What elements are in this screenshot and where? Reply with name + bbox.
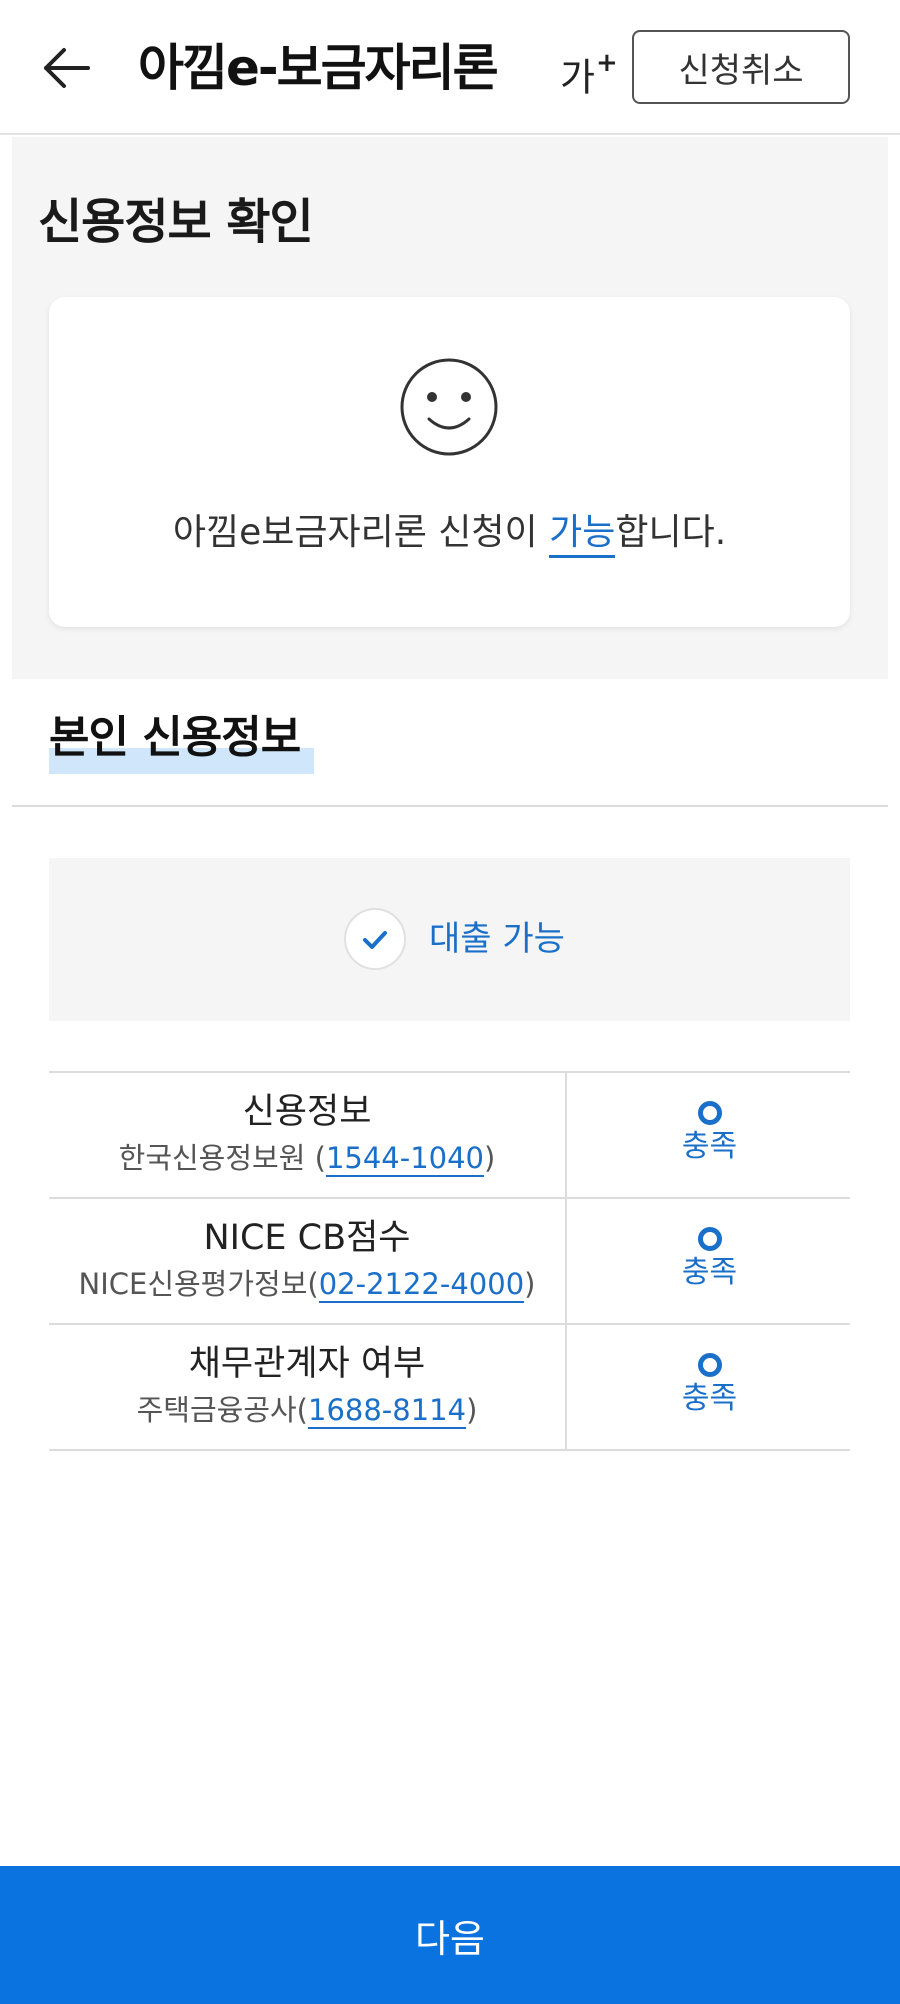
- org-name: 주택금융공사(: [136, 1393, 308, 1427]
- loan-status-box: 대출 가능: [49, 858, 850, 1021]
- result-message-suffix: 합니다.: [615, 512, 727, 553]
- app-header: 아낌e-보금자리론 가+ 신청취소: [0, 0, 900, 135]
- back-button[interactable]: [38, 40, 94, 96]
- smiley-icon: [400, 358, 498, 456]
- next-button[interactable]: 다음: [0, 1866, 900, 2004]
- result-message: 아낌e보금자리론 신청이 가능합니다.: [49, 509, 850, 558]
- info-org: 주택금융공사(1688-8114): [49, 1389, 565, 1431]
- back-arrow-icon: [44, 48, 90, 88]
- info-name: NICE CB점수: [203, 1218, 411, 1258]
- status-text: 충족: [681, 1129, 738, 1164]
- credit-check-title: 신용정보 확인: [38, 194, 314, 250]
- info-name: 채무관계자 여부: [188, 1344, 426, 1384]
- font-size-label: 가: [560, 55, 595, 100]
- check-icon: [363, 931, 387, 949]
- page-title: 아낌e-보금자리론: [138, 39, 499, 97]
- result-message-highlight: 가능: [549, 512, 616, 558]
- status-cell: 충족: [569, 1199, 850, 1323]
- credit-info-table: 신용정보 한국신용정보원 (1544-1040) 충족 NICE CB점수 NI…: [49, 1071, 850, 1451]
- info-cell: 채무관계자 여부 주택금융공사(1688-8114): [49, 1325, 567, 1449]
- info-cell: 신용정보 한국신용정보원 (1544-1040): [49, 1073, 567, 1197]
- info-name: 신용정보: [242, 1092, 372, 1132]
- result-message-prefix: 아낌e보금자리론 신청이: [172, 512, 550, 553]
- my-credit-title: 본인 신용정보: [49, 712, 301, 763]
- phone-link[interactable]: 02-2122-4000: [318, 1267, 525, 1303]
- status-cell: 충족: [569, 1073, 850, 1197]
- circle-o-icon: [697, 1101, 722, 1125]
- status-cell: 충족: [569, 1325, 850, 1449]
- my-credit-heading: 본인 신용정보: [49, 710, 314, 774]
- org-name: 한국신용정보원 (: [118, 1141, 326, 1175]
- table-row: 채무관계자 여부 주택금융공사(1688-8114) 충족: [49, 1325, 850, 1451]
- circle-o-icon: [697, 1353, 722, 1377]
- phone-link[interactable]: 1688-8114: [308, 1393, 467, 1429]
- status-text: 충족: [681, 1255, 738, 1290]
- section-divider: [12, 805, 888, 807]
- font-size-plus: +: [595, 48, 618, 78]
- check-badge: [344, 908, 406, 970]
- info-org: NICE신용평가정보(02-2122-4000): [49, 1263, 565, 1305]
- info-org: 한국신용정보원 (1544-1040): [49, 1137, 565, 1179]
- org-name: NICE신용평가정보(: [78, 1267, 319, 1301]
- table-row: 신용정보 한국신용정보원 (1544-1040) 충족: [49, 1073, 850, 1199]
- org-close: ): [484, 1141, 496, 1175]
- table-row: NICE CB점수 NICE신용평가정보(02-2122-4000) 충족: [49, 1199, 850, 1325]
- result-card: 아낌e보금자리론 신청이 가능합니다.: [49, 297, 850, 627]
- info-cell: NICE CB점수 NICE신용평가정보(02-2122-4000): [49, 1199, 567, 1323]
- status-text: 충족: [681, 1381, 738, 1416]
- phone-link[interactable]: 1544-1040: [325, 1141, 485, 1177]
- cancel-application-button[interactable]: 신청취소: [632, 30, 850, 104]
- font-size-button[interactable]: 가+: [560, 44, 618, 103]
- org-close: ): [466, 1393, 478, 1427]
- circle-o-icon: [697, 1227, 722, 1251]
- org-close: ): [524, 1267, 536, 1301]
- loan-status-label: 대출 가능: [429, 919, 565, 959]
